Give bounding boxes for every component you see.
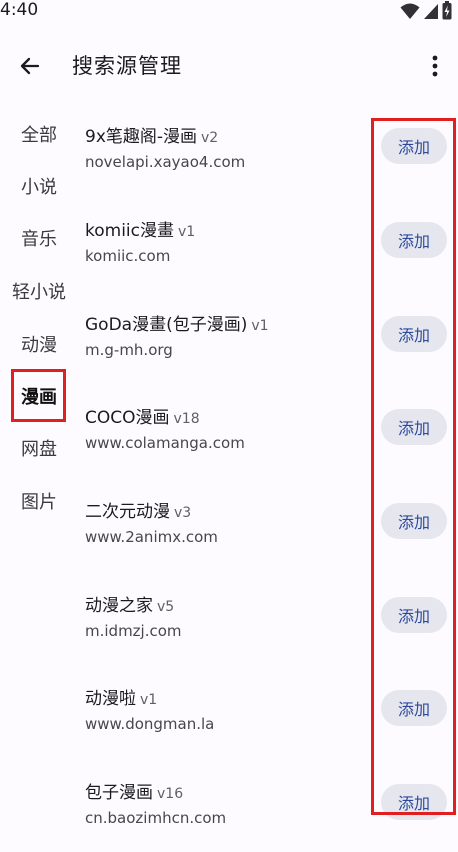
arrow-left-icon: [20, 57, 40, 75]
more-options-button[interactable]: [422, 48, 448, 84]
sidebar-item-netdisk[interactable]: 网盘: [0, 428, 78, 468]
source-version: v3: [174, 505, 192, 521]
sidebar-item-comic[interactable]: 漫画: [0, 376, 78, 416]
source-title: 二次元动漫 v3: [85, 501, 191, 524]
source-name: komiic漫畫: [85, 221, 174, 241]
wifi-icon: [400, 3, 420, 19]
battery-charging-icon: [442, 1, 452, 20]
source-url: m.g-mh.org: [85, 341, 173, 359]
page-title: 搜索源管理: [72, 54, 182, 78]
source-name: 二次元动漫: [85, 502, 170, 522]
add-button[interactable]: 添加: [381, 409, 447, 445]
add-button[interactable]: 添加: [381, 503, 447, 539]
source-title: 动漫之家 v5: [85, 595, 174, 618]
source-name: 9x笔趣阁-漫画: [85, 127, 198, 147]
list-item: 包子漫画 v16 cn.baozimhcn.com 添加: [85, 782, 455, 852]
source-url: komiic.com: [85, 247, 171, 265]
list-item: 动漫之家 v5 m.idmzj.com 添加: [85, 595, 455, 665]
add-button[interactable]: 添加: [381, 222, 447, 258]
source-url: www.colamanga.com: [85, 434, 245, 452]
add-button[interactable]: 添加: [381, 128, 447, 164]
source-version: v1: [140, 692, 158, 708]
list-item: GoDa漫畫(包子漫画) v1 m.g-mh.org 添加: [85, 314, 455, 384]
list-item: komiic漫畫 v1 komiic.com 添加: [85, 220, 455, 290]
app-bar: 搜索源管理: [0, 40, 458, 94]
add-button[interactable]: 添加: [381, 784, 447, 820]
signal-icon: [424, 3, 438, 19]
source-url: www.2animx.com: [85, 528, 218, 546]
sidebar-item-music[interactable]: 音乐: [0, 218, 78, 258]
source-name: 动漫啦: [85, 689, 136, 709]
list-item: 9x笔趣阁-漫画 v2 novelapi.xayao4.com 添加: [85, 126, 455, 196]
source-version: v18: [173, 411, 200, 427]
source-url: novelapi.xayao4.com: [85, 153, 246, 171]
sidebar-item-anime[interactable]: 动漫: [0, 324, 78, 364]
source-url: m.idmzj.com: [85, 622, 182, 640]
back-button[interactable]: [12, 48, 48, 84]
source-version: v1: [251, 318, 269, 334]
add-button[interactable]: 添加: [381, 690, 447, 726]
source-version: v1: [178, 224, 196, 240]
source-url: cn.baozimhcn.com: [85, 809, 227, 827]
list-item: 二次元动漫 v3 www.2animx.com 添加: [85, 501, 455, 571]
list-item: COCO漫画 v18 www.colamanga.com 添加: [85, 407, 455, 477]
list-item: 动漫啦 v1 www.dongman.la 添加: [85, 688, 455, 758]
sidebar-item-images[interactable]: 图片: [0, 481, 78, 521]
source-title: COCO漫画 v18: [85, 407, 200, 430]
more-vertical-icon: [432, 55, 438, 77]
source-name: 动漫之家: [85, 596, 153, 616]
status-time: 4:40: [0, 0, 39, 20]
source-title: GoDa漫畫(包子漫画) v1: [85, 314, 269, 337]
sidebar-item-light-novel[interactable]: 轻小说: [0, 271, 78, 311]
source-url: www.dongman.la: [85, 715, 215, 733]
source-version: v5: [157, 599, 175, 615]
status-icons: [400, 1, 452, 20]
status-bar: 4:40: [0, 0, 458, 22]
source-name: 包子漫画: [85, 783, 153, 803]
source-name: GoDa漫畫(包子漫画): [85, 315, 248, 335]
source-name: COCO漫画: [85, 408, 170, 428]
sidebar-item-all[interactable]: 全部: [0, 114, 78, 154]
source-title: 9x笔趣阁-漫画 v2: [85, 126, 218, 149]
source-version: v16: [157, 786, 184, 802]
add-button[interactable]: 添加: [381, 316, 447, 352]
source-title: komiic漫畫 v1: [85, 220, 195, 243]
source-title: 包子漫画 v16: [85, 782, 183, 805]
add-button[interactable]: 添加: [381, 597, 447, 633]
source-version: v2: [201, 130, 219, 146]
sidebar-item-novel[interactable]: 小说: [0, 166, 78, 206]
source-title: 动漫啦 v1: [85, 688, 157, 711]
